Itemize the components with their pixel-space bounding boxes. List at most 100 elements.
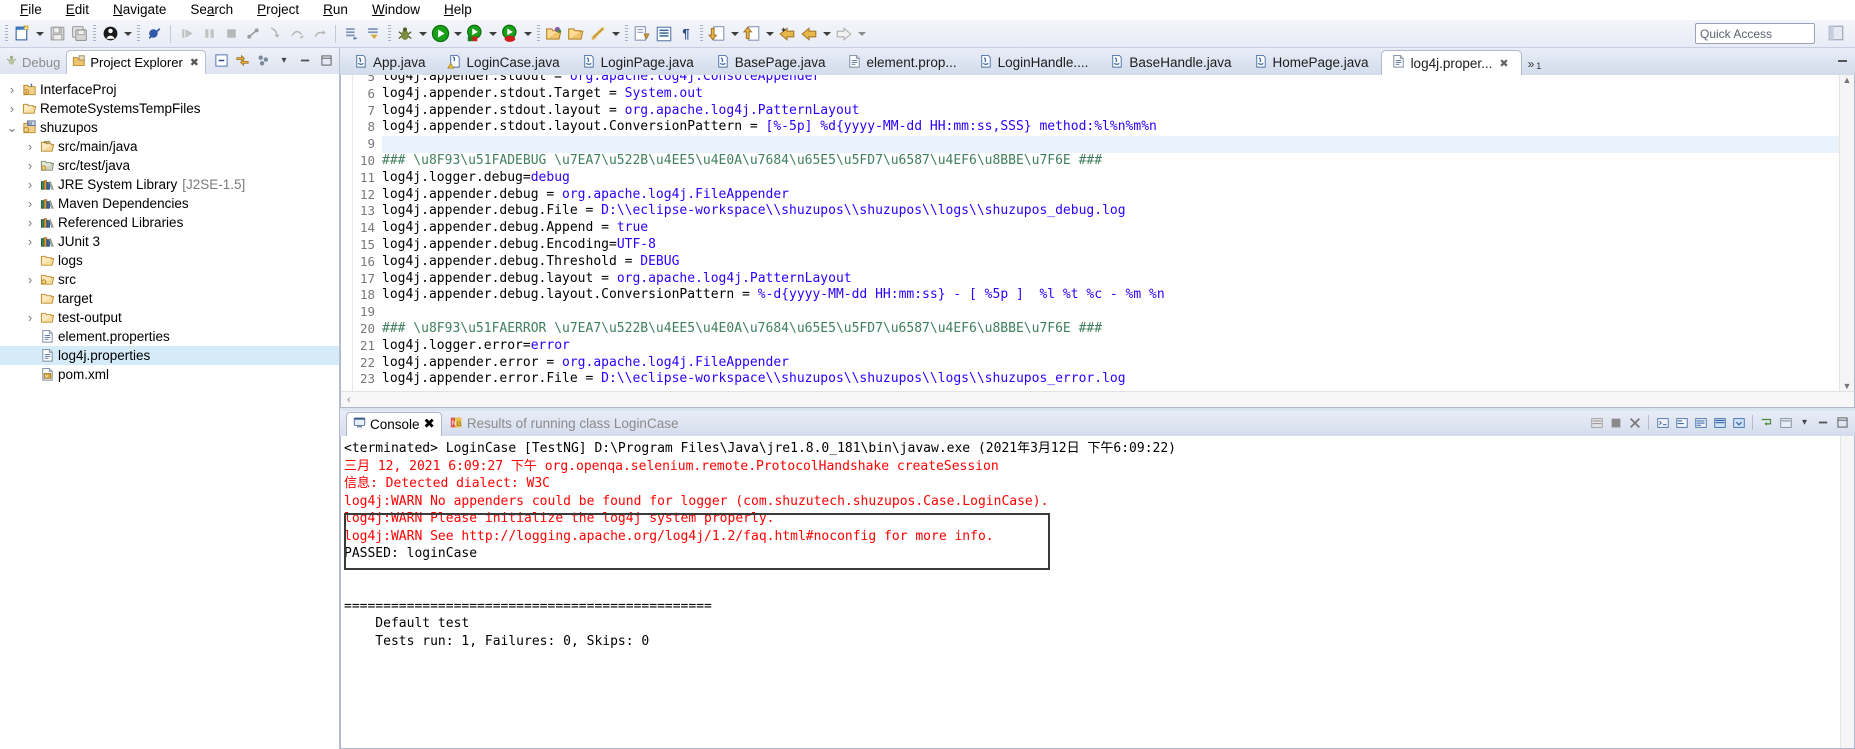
coverage-dropdown-icon[interactable] xyxy=(521,23,534,45)
editor-tab-loginhandle-[interactable]: LoginHandle.... xyxy=(969,50,1101,75)
code-line[interactable] xyxy=(382,136,1854,153)
editor-marker-gutter[interactable] xyxy=(341,75,353,391)
chevron-right-icon[interactable]: › xyxy=(22,234,38,249)
skip-breakpoints-icon[interactable] xyxy=(143,23,165,45)
tree-item-logs[interactable]: logs xyxy=(0,251,339,270)
code-line[interactable]: ### \u8F93\u51FADEBUG \u7EA7\u522B\u4EE5… xyxy=(382,153,1854,170)
tree-item-src-test-java[interactable]: › src/test/java xyxy=(0,156,339,175)
open-task-icon[interactable] xyxy=(565,23,587,45)
close-icon[interactable]: ✖ xyxy=(190,56,199,69)
tree-item-src[interactable]: › src xyxy=(0,270,339,289)
tree-item-maven-dependencies[interactable]: › Maven Dependencies xyxy=(0,194,339,213)
code-line[interactable]: log4j.appender.debug.Encoding=UTF-8 xyxy=(382,237,1854,254)
testng-results-tab[interactable]: NG Results of running class LoginCase xyxy=(444,412,685,436)
chevron-right-icon[interactable]: › xyxy=(22,196,38,211)
toolbar-grip-4[interactable] xyxy=(388,24,391,43)
remove-launch-icon[interactable] xyxy=(1626,413,1643,432)
search-icon[interactable] xyxy=(587,23,609,45)
previous-annotation-dropdown-icon[interactable] xyxy=(728,23,741,45)
clear-console-icon[interactable] xyxy=(1588,413,1605,432)
save-icon[interactable] xyxy=(46,23,68,45)
new-wizard-icon[interactable] xyxy=(11,23,33,45)
drop-to-frame-icon[interactable] xyxy=(341,23,363,45)
editor-tab-logincase-java[interactable]: LoginCase.java xyxy=(438,50,572,75)
minimize-icon[interactable]: ▾ xyxy=(275,51,293,69)
tree-item-junit-3[interactable]: › JUnit 3 xyxy=(0,232,339,251)
code-line[interactable]: log4j.appender.stdout.layout = org.apach… xyxy=(382,103,1854,120)
debug-bug-dropdown-icon[interactable] xyxy=(416,23,429,45)
search-dropdown-icon[interactable] xyxy=(609,23,622,45)
tree-item-log4j-properties[interactable]: log4j.properties xyxy=(0,346,339,365)
console-tab[interactable]: Console ✖ xyxy=(346,411,442,436)
code-line[interactable]: log4j.appender.debug = org.apache.log4j.… xyxy=(382,187,1854,204)
run-icon[interactable] xyxy=(429,23,451,45)
show-console-icon[interactable] xyxy=(1654,413,1671,432)
open-type-icon[interactable] xyxy=(543,23,565,45)
toolbar-grip-2[interactable] xyxy=(93,24,96,43)
toolbar-grip-7[interactable] xyxy=(700,24,703,43)
code-line[interactable]: log4j.appender.stdout.Target = System.ou… xyxy=(382,86,1854,103)
tree-item-interfaceproj[interactable]: › InterfaceProj xyxy=(0,80,339,99)
editor-minimize-icon[interactable] xyxy=(1837,55,1849,70)
next-annotation-dropdown-icon[interactable] xyxy=(763,23,776,45)
tree-item-test-output[interactable]: › test-output xyxy=(0,308,339,327)
scroll-up-icon[interactable]: ▲ xyxy=(1843,75,1852,85)
debug-perspective-icon[interactable] xyxy=(99,23,121,45)
scroll-left-icon[interactable]: ‹ xyxy=(347,394,351,406)
debug-dropdown-icon[interactable] xyxy=(121,23,134,45)
code-line[interactable]: log4j.appender.debug.layout = org.apache… xyxy=(382,271,1854,288)
tree-item-element-properties[interactable]: element.properties xyxy=(0,327,339,346)
code-line[interactable]: log4j.appender.error.File = D:\\eclipse-… xyxy=(382,371,1854,388)
minimize-icon[interactable] xyxy=(1815,413,1832,432)
previous-annotation-icon[interactable] xyxy=(706,23,728,45)
open-console-icon[interactable] xyxy=(1711,413,1728,432)
tree-item-shuzupos[interactable]: ⌄ Mshuzupos xyxy=(0,118,339,137)
code-line[interactable]: ### \u8F93\u51FAERROR \u7EA7\u522B\u4EE5… xyxy=(382,321,1854,338)
editor-tab-homepage-java[interactable]: HomePage.java xyxy=(1244,50,1381,75)
editor-tab-overflow[interactable]: » 1 xyxy=(1522,57,1548,75)
debug-bug-icon[interactable] xyxy=(394,23,416,45)
tree-item-src-main-java[interactable]: › src/main/java xyxy=(0,137,339,156)
console-vertical-scrollbar[interactable] xyxy=(1840,436,1854,748)
editor-tab-basehandle-java[interactable]: BaseHandle.java xyxy=(1100,50,1243,75)
code-line[interactable]: log4j.appender.error = org.apache.log4j.… xyxy=(382,355,1854,372)
code-line[interactable]: log4j.appender.debug.Threshold = DEBUG xyxy=(382,254,1854,271)
console-output[interactable]: <terminated> LoginCase [TestNG] D:\Progr… xyxy=(340,436,1855,749)
maximize-icon[interactable] xyxy=(1834,413,1851,432)
chevron-right-icon[interactable]: › xyxy=(22,139,38,154)
chevron-right-icon[interactable]: › xyxy=(22,310,38,325)
code-editor[interactable]: 5 6 7 8 9 10 11 12 13 14 15 16 17 18 19 20 21 22 23 log4j.… xyxy=(340,75,1855,408)
menu-item-file[interactable]: File xyxy=(8,0,54,20)
tree-item-remotesystemstempfiles[interactable]: › RemoteSystemsTempFiles xyxy=(0,99,339,118)
editor-tab-basepage-java[interactable]: BasePage.java xyxy=(706,50,838,75)
restore-icon[interactable] xyxy=(296,51,314,69)
save-all-icon[interactable] xyxy=(68,23,90,45)
collapse-all-icon[interactable] xyxy=(212,51,230,69)
chevron-right-icon[interactable]: › xyxy=(22,272,38,287)
menu-item-search[interactable]: Search xyxy=(178,0,245,20)
link-with-editor-icon[interactable] xyxy=(233,51,251,69)
editor-vertical-scrollbar[interactable]: ▲ ▼ xyxy=(1839,75,1854,391)
menu-item-help[interactable]: Help xyxy=(432,0,484,20)
code-line[interactable]: log4j.appender.stdout = org.apache.log4j… xyxy=(382,75,1854,86)
chevron-right-icon[interactable]: › xyxy=(22,158,38,173)
code-line[interactable]: log4j.appender.debug.layout.ConversionPa… xyxy=(382,287,1854,304)
editor-tab-element-prop-[interactable]: element.prop... xyxy=(838,50,969,75)
menu-item-project[interactable]: Project xyxy=(245,0,311,20)
toolbar-grip-5[interactable] xyxy=(537,24,540,43)
tree-item-referenced-libraries[interactable]: › Referenced Libraries xyxy=(0,213,339,232)
toolbar-grip[interactable] xyxy=(5,24,8,43)
console-dropdown-icon[interactable]: ▾ xyxy=(1796,413,1813,432)
code-line[interactable]: log4j.logger.debug=debug xyxy=(382,170,1854,187)
tree-item-jre-system-library[interactable]: › JRE System Library [J2SE-1.5] xyxy=(0,175,339,194)
show-whitespace-icon[interactable]: ¶ xyxy=(675,23,697,45)
tree-item-target[interactable]: target xyxy=(0,289,339,308)
perspective-switcher[interactable] xyxy=(1827,24,1847,44)
editor-horizontal-scrollbar[interactable]: ‹ xyxy=(341,391,1854,407)
back-icon[interactable] xyxy=(798,23,820,45)
last-edit-location-icon[interactable] xyxy=(776,23,798,45)
scroll-lock-icon[interactable] xyxy=(1730,413,1747,432)
run-dropdown-icon[interactable] xyxy=(451,23,464,45)
view-tab-debug[interactable]: Debug xyxy=(0,50,66,74)
editor-tab-loginpage-java[interactable]: LoginPage.java xyxy=(572,50,706,75)
